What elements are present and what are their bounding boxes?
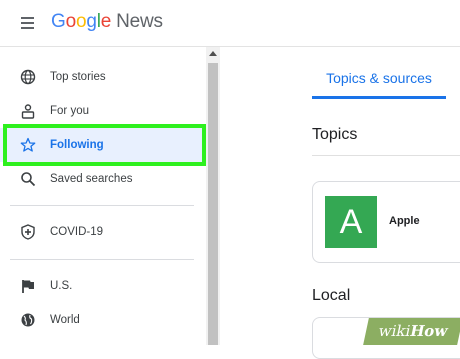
sidebar-item-us[interactable]: U.S. xyxy=(0,269,206,303)
logo-letter: o xyxy=(65,11,77,32)
sidebar-item-label: Following xyxy=(50,139,104,151)
sidebar-item-world[interactable]: World xyxy=(0,303,206,337)
logo-letter: G xyxy=(51,11,66,32)
sidebar-item-label: COVID-19 xyxy=(50,226,104,238)
sidebar-item-label: World xyxy=(50,314,80,326)
sidebar-item-label: Saved searches xyxy=(50,173,133,185)
sidebar: Top stories For you Following Saved sear… xyxy=(0,47,206,345)
menu-icon[interactable] xyxy=(18,14,38,32)
sidebar-item-label: For you xyxy=(50,105,89,117)
logo-letter: g xyxy=(86,11,97,32)
sidebar-item-label: U.S. xyxy=(50,280,73,292)
main-content: Topics & sources Topics A Apple Local xyxy=(220,47,460,359)
topic-name: Apple xyxy=(389,215,420,227)
topic-card-apple[interactable]: A Apple xyxy=(312,181,460,263)
tab-active-indicator xyxy=(312,96,446,99)
globe-icon xyxy=(20,69,36,85)
sidebar-divider xyxy=(10,259,194,260)
tab-topics-sources[interactable]: Topics & sources xyxy=(312,57,446,97)
sidebar-item-for-you[interactable]: For you xyxy=(0,94,206,128)
sidebar-item-following[interactable]: Following xyxy=(0,128,206,162)
shield-plus-icon xyxy=(21,224,35,240)
watermark-wiki: wiki xyxy=(376,322,413,340)
star-icon xyxy=(20,137,36,152)
logo-news-text: News xyxy=(116,11,163,32)
sidebar-item-label: Top stories xyxy=(50,71,106,83)
google-news-logo[interactable]: Google News xyxy=(51,11,163,33)
top-app-bar: Google News xyxy=(0,0,460,47)
sidebar-item-covid-19[interactable]: COVID-19 xyxy=(0,215,206,249)
topic-avatar: A xyxy=(325,196,377,248)
sidebar-item-saved-searches[interactable]: Saved searches xyxy=(0,162,206,196)
sidebar-item-top-stories[interactable]: Top stories xyxy=(0,60,206,94)
section-divider xyxy=(312,155,460,156)
watermark-how: How xyxy=(408,322,450,340)
logo-letter: o xyxy=(75,11,87,32)
local-heading: Local xyxy=(312,287,351,304)
search-icon xyxy=(21,172,36,187)
sidebar-divider xyxy=(10,205,194,206)
topics-heading: Topics xyxy=(312,126,358,143)
person-icon xyxy=(21,104,35,119)
sidebar-scrollbar[interactable] xyxy=(206,47,220,345)
logo-letter: e xyxy=(100,11,112,32)
flag-icon xyxy=(22,280,34,293)
globe-icon xyxy=(21,313,35,327)
wikihow-watermark: wikiHow xyxy=(363,318,460,345)
scroll-up-arrow-icon[interactable] xyxy=(209,51,217,56)
scrollbar-thumb[interactable] xyxy=(208,63,218,345)
